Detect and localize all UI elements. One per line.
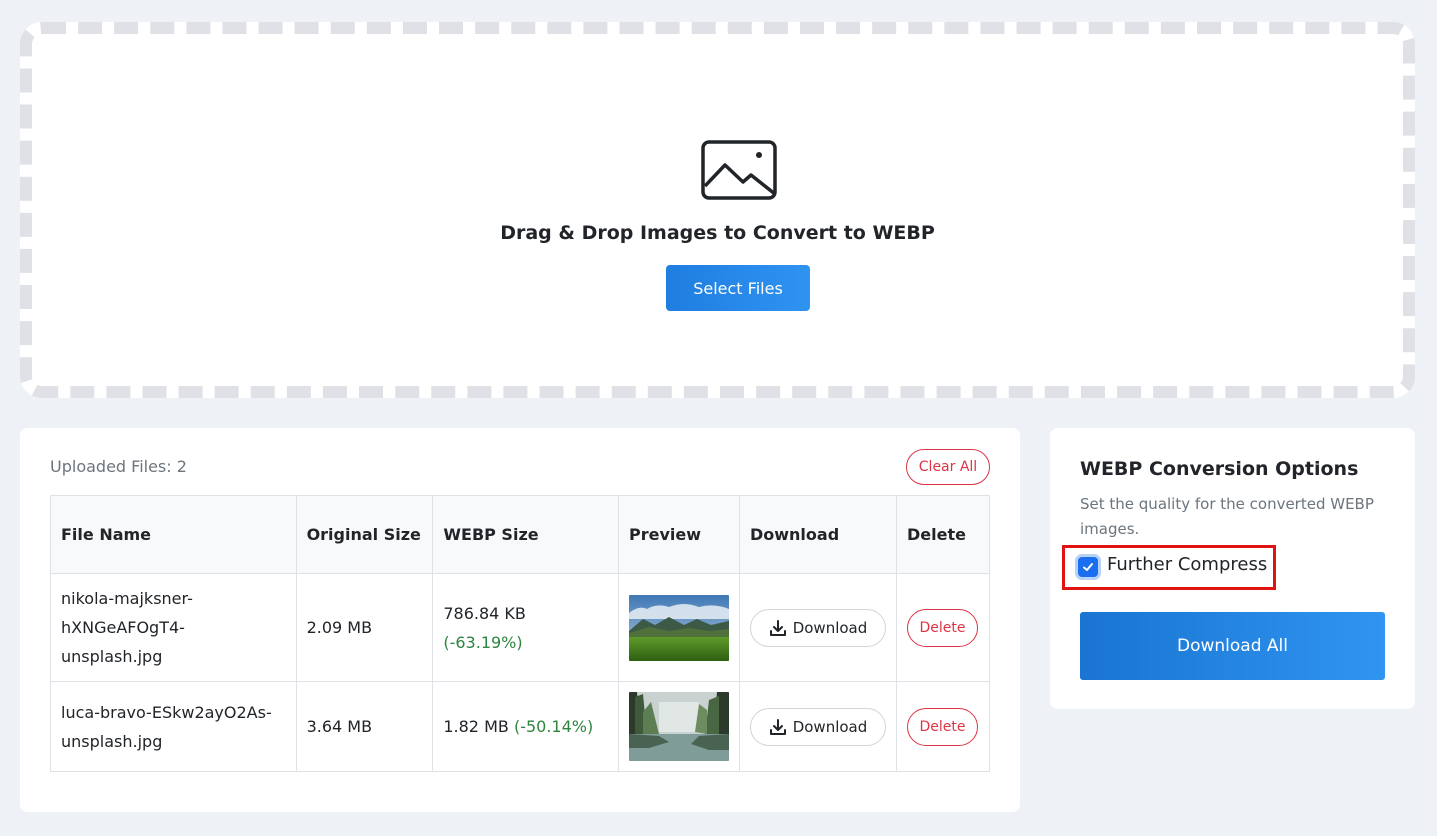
- column-header-download: Download: [738, 495, 897, 574]
- delete-button[interactable]: Delete: [906, 707, 978, 746]
- further-compress-label[interactable]: Further Compress: [1107, 554, 1267, 575]
- select-files-button[interactable]: Select Files: [666, 265, 810, 311]
- download-icon: [769, 718, 786, 735]
- delete-cell: Delete: [895, 573, 991, 682]
- column-header-delete: Delete: [895, 495, 991, 574]
- table-row: luca-bravo-ESkw2ayO2As-unsplash.jpg 3.64…: [50, 681, 991, 772]
- column-header-file-name: File Name: [50, 495, 297, 574]
- column-header-original-size: Original Size: [295, 495, 434, 574]
- file-name-cell: nikola-majksner-hXNGeAFOgT4- unsplash.jpg: [50, 573, 297, 682]
- webp-size-value: 786.84 KB: [443, 603, 526, 623]
- download-all-button[interactable]: Download All: [1080, 612, 1385, 680]
- options-title: WEBP Conversion Options: [1080, 458, 1359, 480]
- webp-size-cell: 1.82 MB (-50.14%): [432, 681, 619, 772]
- dropzone-title: Drag & Drop Images to Convert to WEBP: [500, 222, 935, 244]
- download-cell: Download: [738, 681, 897, 772]
- preview-cell: [617, 681, 740, 772]
- delete-button[interactable]: Delete: [906, 608, 978, 647]
- download-button-label: Download: [792, 618, 868, 637]
- conversion-options-card: WEBP Conversion Options Set the quality …: [1050, 428, 1415, 709]
- savings-percent: (-50.14%): [513, 717, 594, 736]
- webp-size-value: 1.82 MB: [443, 717, 509, 736]
- download-button-label: Download: [792, 717, 868, 736]
- original-size-cell: 2.09 MB: [295, 573, 434, 682]
- column-header-webp-size: WEBP Size: [432, 495, 619, 574]
- savings-percent: (-63.19%): [443, 632, 523, 652]
- delete-cell: Delete: [895, 681, 991, 772]
- table-row: nikola-majksner-hXNGeAFOgT4- unsplash.jpg…: [50, 573, 991, 682]
- download-icon: [769, 619, 786, 636]
- download-button[interactable]: Download: [749, 707, 886, 746]
- further-compress-checkbox[interactable]: [1078, 557, 1098, 577]
- webp-size-cell: 786.84 KB (-63.19%): [432, 573, 619, 682]
- uploaded-files-count: Uploaded Files: 2: [50, 457, 187, 476]
- preview-cell: [617, 573, 740, 682]
- clear-all-button[interactable]: Clear All: [906, 449, 990, 485]
- original-size-cell: 3.64 MB: [295, 681, 434, 772]
- drop-zone[interactable]: Drag & Drop Images to Convert to WEBP Se…: [20, 22, 1415, 398]
- download-button[interactable]: Download: [749, 608, 886, 647]
- column-header-preview: Preview: [617, 495, 740, 574]
- files-table: File Name Original Size WEBP Size Previe…: [50, 495, 991, 772]
- forest-lake-thumbnail: [628, 692, 729, 761]
- table-header-row: File Name Original Size WEBP Size Previe…: [50, 495, 991, 574]
- options-description: Set the quality for the converted WEBP i…: [1080, 495, 1374, 538]
- download-cell: Download: [738, 573, 897, 682]
- checkmark-icon: [1083, 563, 1093, 571]
- mountain-meadow-thumbnail: [628, 594, 729, 661]
- file-name-cell: luca-bravo-ESkw2ayO2As-unsplash.jpg: [50, 681, 297, 772]
- image-icon: [701, 140, 777, 200]
- uploaded-files-card: Uploaded Files: 2 Clear All File Name Or…: [20, 428, 1020, 812]
